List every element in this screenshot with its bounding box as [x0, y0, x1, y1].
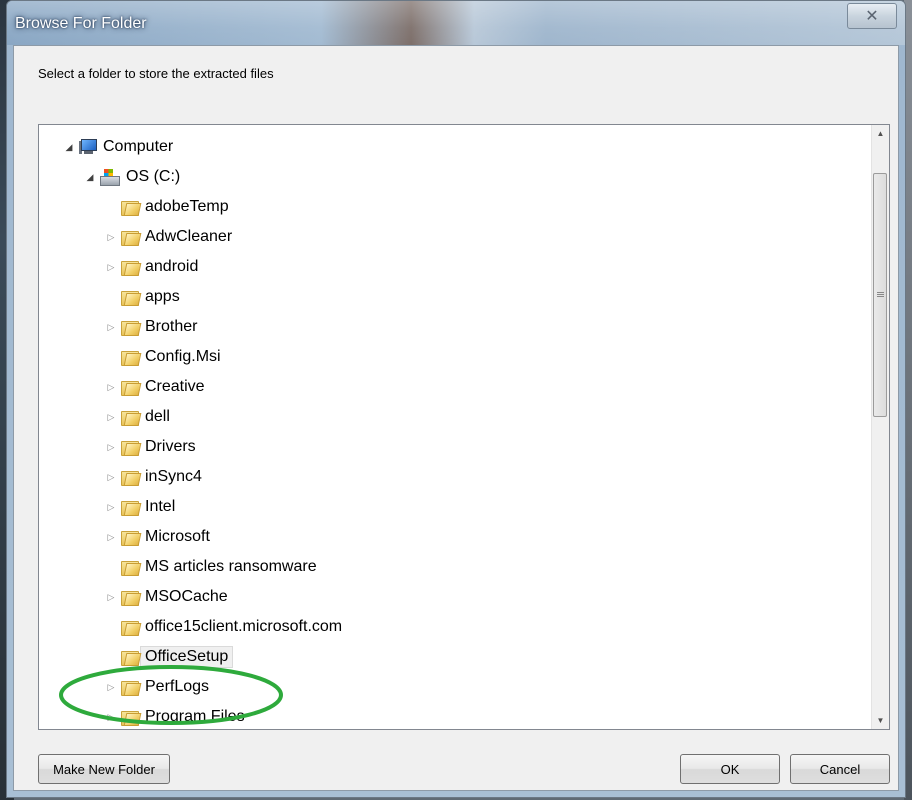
expand-arrow-icon[interactable]: ▷ [105, 321, 117, 333]
tree-item-label: android [145, 258, 199, 275]
tree-item-label: inSync4 [145, 468, 202, 485]
tree-item-label: office15client.microsoft.com [145, 618, 343, 635]
folder-icon [121, 529, 142, 546]
tree-item-folder[interactable]: ▷ android [105, 255, 198, 279]
tree-item-folder[interactable]: apps [105, 285, 180, 309]
expand-arrow-icon[interactable]: ▷ [105, 381, 117, 393]
dialog-client-area: Select a folder to store the extracted f… [13, 45, 899, 791]
tree-item-label: MSOCache [145, 588, 228, 605]
folder-tree[interactable]: ◢ Computer ◢ OS (C:) adobeTemp ▷ AdwCleane… [38, 124, 890, 730]
folder-icon [121, 709, 142, 726]
folder-tree-list: ◢ Computer ◢ OS (C:) adobeTemp ▷ AdwCleane… [39, 125, 872, 729]
folder-icon [121, 349, 142, 366]
computer-icon [79, 139, 97, 155]
tree-item-folder[interactable]: Config.Msi [105, 345, 221, 369]
folder-icon [121, 409, 142, 426]
browse-for-folder-dialog: Browse For Folder ✕ Select a folder to s… [6, 0, 906, 798]
tree-item-label: PerfLogs [145, 678, 210, 695]
folder-icon [121, 319, 142, 336]
folder-icon [121, 259, 142, 276]
tree-item-label: dell [145, 408, 170, 425]
tree-item-label: Drivers [145, 438, 196, 455]
scroll-thumb[interactable] [873, 173, 887, 417]
collapse-arrow-icon[interactable]: ◢ [63, 141, 75, 153]
ok-button[interactable]: OK [680, 754, 780, 784]
expand-arrow-icon[interactable]: ▷ [105, 501, 117, 513]
tree-item-computer[interactable]: ◢ Computer [63, 135, 174, 159]
tree-item-folder[interactable]: ▷ PerfLogs [105, 675, 209, 699]
tree-item-folder[interactable]: OfficeSetup [105, 645, 234, 669]
tree-item-folder[interactable]: ▷ MSOCache [105, 585, 228, 609]
tree-item-label: Computer [103, 138, 174, 155]
tree-item-folder[interactable]: ▷ Creative [105, 375, 205, 399]
folder-icon [121, 559, 142, 576]
tree-item-label: adobeTemp [145, 198, 229, 215]
tree-item-label: OS (C:) [126, 168, 181, 185]
scroll-down-arrow-icon[interactable]: ▼ [872, 712, 889, 729]
tree-item-label: Brother [145, 318, 198, 335]
tree-item-folder[interactable]: ▷ Program Files [105, 705, 245, 729]
tree-item-drive[interactable]: ◢ OS (C:) [84, 165, 180, 189]
folder-icon [121, 439, 142, 456]
tree-item-folder[interactable]: ▷ dell [105, 405, 170, 429]
tree-item-label: Config.Msi [145, 348, 221, 365]
tree-item-folder[interactable]: ▷ Brother [105, 315, 197, 339]
expand-arrow-icon[interactable]: ▷ [105, 411, 117, 423]
expand-arrow-icon[interactable]: ▷ [105, 231, 117, 243]
expand-arrow-icon[interactable]: ▷ [105, 531, 117, 543]
tree-item-label: AdwCleaner [145, 228, 233, 245]
folder-icon [121, 469, 142, 486]
tree-item-label: Creative [145, 378, 205, 395]
tree-item-label: Program Files [145, 708, 245, 725]
folder-icon [121, 619, 142, 636]
tree-item-folder[interactable]: ▷ inSync4 [105, 465, 202, 489]
folder-icon [121, 199, 142, 216]
title-bar[interactable]: Browse For Folder ✕ [7, 1, 905, 45]
close-icon: ✕ [865, 8, 879, 25]
instruction-text: Select a folder to store the extracted f… [38, 66, 274, 81]
expand-arrow-icon[interactable]: ▷ [105, 681, 117, 693]
tree-item-label: Intel [145, 498, 176, 515]
folder-icon [121, 379, 142, 396]
collapse-arrow-icon[interactable]: ◢ [84, 171, 96, 183]
make-new-folder-button[interactable]: Make New Folder [38, 754, 170, 784]
vertical-scrollbar[interactable]: ▲ ▼ [871, 125, 889, 729]
scroll-grip-icon [877, 292, 884, 298]
expand-arrow-icon[interactable]: ▷ [105, 591, 117, 603]
scroll-up-arrow-icon[interactable]: ▲ [872, 125, 889, 142]
expand-arrow-icon[interactable]: ▷ [105, 711, 117, 723]
tree-item-folder[interactable]: adobeTemp [105, 195, 229, 219]
expand-arrow-icon[interactable]: ▷ [105, 261, 117, 273]
tree-item-folder[interactable]: ▷ Intel [105, 495, 175, 519]
expand-arrow-icon[interactable]: ▷ [105, 471, 117, 483]
folder-icon [121, 499, 142, 516]
tree-item-folder[interactable]: ▷ Microsoft [105, 525, 210, 549]
folder-icon [121, 649, 142, 666]
window-title: Browse For Folder [15, 15, 147, 32]
close-button[interactable]: ✕ [847, 3, 897, 29]
tree-item-label: Microsoft [145, 528, 210, 545]
expand-arrow-icon[interactable]: ▷ [105, 441, 117, 453]
folder-icon [121, 589, 142, 606]
tree-item-label: apps [145, 288, 180, 305]
selected-folder-label: OfficeSetup [140, 646, 234, 668]
tree-item-folder[interactable]: office15client.microsoft.com [105, 615, 342, 639]
folder-icon [121, 229, 142, 246]
folder-icon [121, 289, 142, 306]
cancel-button[interactable]: Cancel [790, 754, 890, 784]
tree-item-folder[interactable]: ▷ Drivers [105, 435, 196, 459]
folder-icon [121, 679, 142, 696]
tree-item-label: MS articles ransomware [145, 558, 317, 575]
tree-item-folder[interactable]: MS articles ransomware [105, 555, 317, 579]
drive-icon [100, 169, 120, 186]
tree-item-folder[interactable]: ▷ AdwCleaner [105, 225, 232, 249]
